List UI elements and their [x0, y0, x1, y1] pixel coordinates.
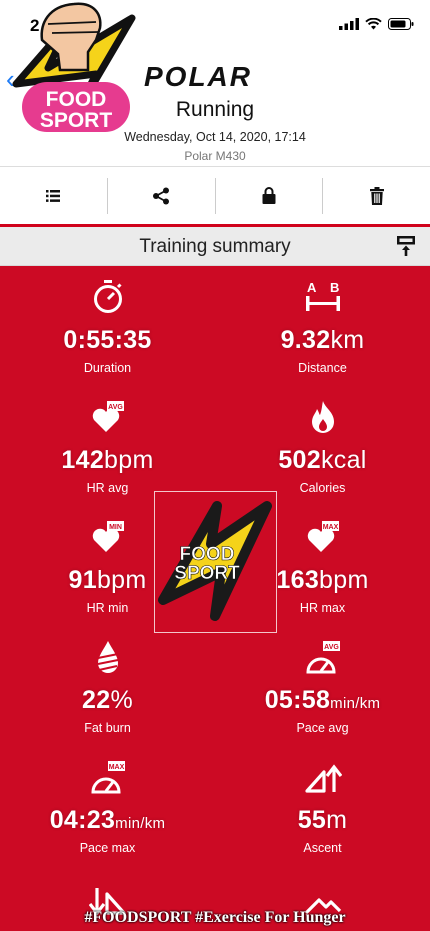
fat-burn-label: Fat burn: [84, 721, 131, 735]
polar-logo: POLAR: [144, 62, 252, 90]
stat-pace-avg: AVG 05:58min/km Pace avg: [215, 638, 430, 735]
lock-icon: [262, 187, 276, 204]
heart-min-icon: MIN: [92, 521, 124, 552]
stat-pace-max: MAX 04:23min/km Pace max: [0, 758, 215, 855]
hr-min-unit: bpm: [96, 566, 147, 594]
pace-avg-gauge-icon: AVG: [305, 641, 340, 674]
distance-value: 9.32: [280, 326, 331, 354]
share-button[interactable]: [108, 177, 216, 214]
svg-text:AVG: AVG: [324, 644, 339, 651]
stat-hr-avg: AVG 142bpm HR avg: [0, 398, 215, 495]
list-icon: [46, 189, 61, 202]
action-toolbar: [0, 166, 430, 224]
svg-text:MAX: MAX: [322, 524, 338, 531]
svg-text:MAX: MAX: [108, 764, 124, 771]
distance-label: Distance: [298, 361, 347, 375]
svg-text:AVG: AVG: [108, 404, 123, 411]
hr-max-unit: bpm: [319, 566, 369, 594]
distance-unit: km: [330, 326, 365, 354]
privacy-button[interactable]: [216, 177, 324, 214]
svg-text:SPORT: SPORT: [174, 563, 240, 584]
svg-text:FOOD: FOOD: [46, 88, 107, 111]
training-summary-title: Training summary: [139, 236, 291, 257]
wifi-icon: [365, 18, 382, 30]
svg-text:B: B: [330, 280, 339, 295]
stat-calories: 502kcal Calories: [215, 398, 430, 495]
ascent-label: Ascent: [303, 841, 342, 855]
stat-distance: A B 9.32km Distance: [215, 278, 430, 375]
stopwatch-icon: [93, 280, 122, 313]
hr-max-value: 163: [276, 566, 320, 594]
pace-avg-unit: min/km: [330, 695, 381, 712]
calories-unit: kcal: [320, 446, 367, 474]
battery-icon: [388, 18, 414, 30]
pace-max-unit: min/km: [115, 815, 166, 832]
foodsport-fist-logo: FOOD SPORT: [12, 2, 136, 132]
delete-button[interactable]: [323, 178, 430, 214]
hr-avg-value: 142: [61, 446, 105, 474]
ascent-unit: m: [326, 806, 348, 834]
svg-text:FOOD: FOOD: [180, 544, 235, 565]
device-name: Polar M430: [184, 149, 246, 163]
ascent-value: 55: [297, 806, 327, 834]
footer-hashtag: #FOODSPORT #Exercise For Hunger: [84, 909, 346, 926]
fat-burn-value: 22: [82, 686, 111, 714]
training-summary-header: Training summary: [0, 227, 430, 266]
pace-avg-value: 05:58: [264, 686, 331, 714]
stat-duration: 0:55:35 Duration: [0, 278, 215, 375]
svg-text:POLAR: POLAR: [144, 62, 252, 90]
lightning-bolt-logo: FOOD SPORT: [158, 501, 272, 621]
duration-value: 0:55:35: [63, 326, 152, 354]
calories-value: 502: [278, 446, 321, 474]
stat-ascent: 55m Ascent: [215, 758, 430, 855]
list-button[interactable]: [0, 177, 108, 214]
share-icon: [153, 187, 170, 204]
trash-icon: [369, 186, 384, 205]
distance-ab-icon: A B: [305, 280, 340, 311]
svg-text:SPORT: SPORT: [40, 109, 113, 132]
fat-burn-drop-icon: [97, 641, 118, 673]
flame-icon: [311, 401, 334, 433]
status-icons: [339, 18, 414, 30]
pace-max-label: Pace max: [79, 841, 136, 855]
svg-text:MIN: MIN: [109, 524, 122, 531]
pace-max-gauge-icon: MAX: [90, 761, 125, 794]
heart-avg-icon: AVG: [92, 401, 124, 432]
foodsport-center-logo: FOOD SPORT: [154, 491, 277, 633]
svg-text:A: A: [307, 280, 317, 295]
hr-min-value: 91: [68, 566, 97, 594]
fat-burn-unit: %: [110, 686, 133, 714]
pin-icon[interactable]: [397, 236, 415, 256]
stat-fat-burn: 22% Fat burn: [0, 638, 215, 735]
ascent-icon: [304, 764, 342, 793]
pace-avg-label: Pace avg: [296, 721, 349, 735]
signal-icon: [339, 18, 359, 30]
hr-avg-unit: bpm: [104, 446, 154, 474]
heart-max-icon: MAX: [307, 521, 339, 552]
pace-max-value: 04:23: [49, 806, 116, 834]
duration-label: Duration: [83, 361, 132, 375]
